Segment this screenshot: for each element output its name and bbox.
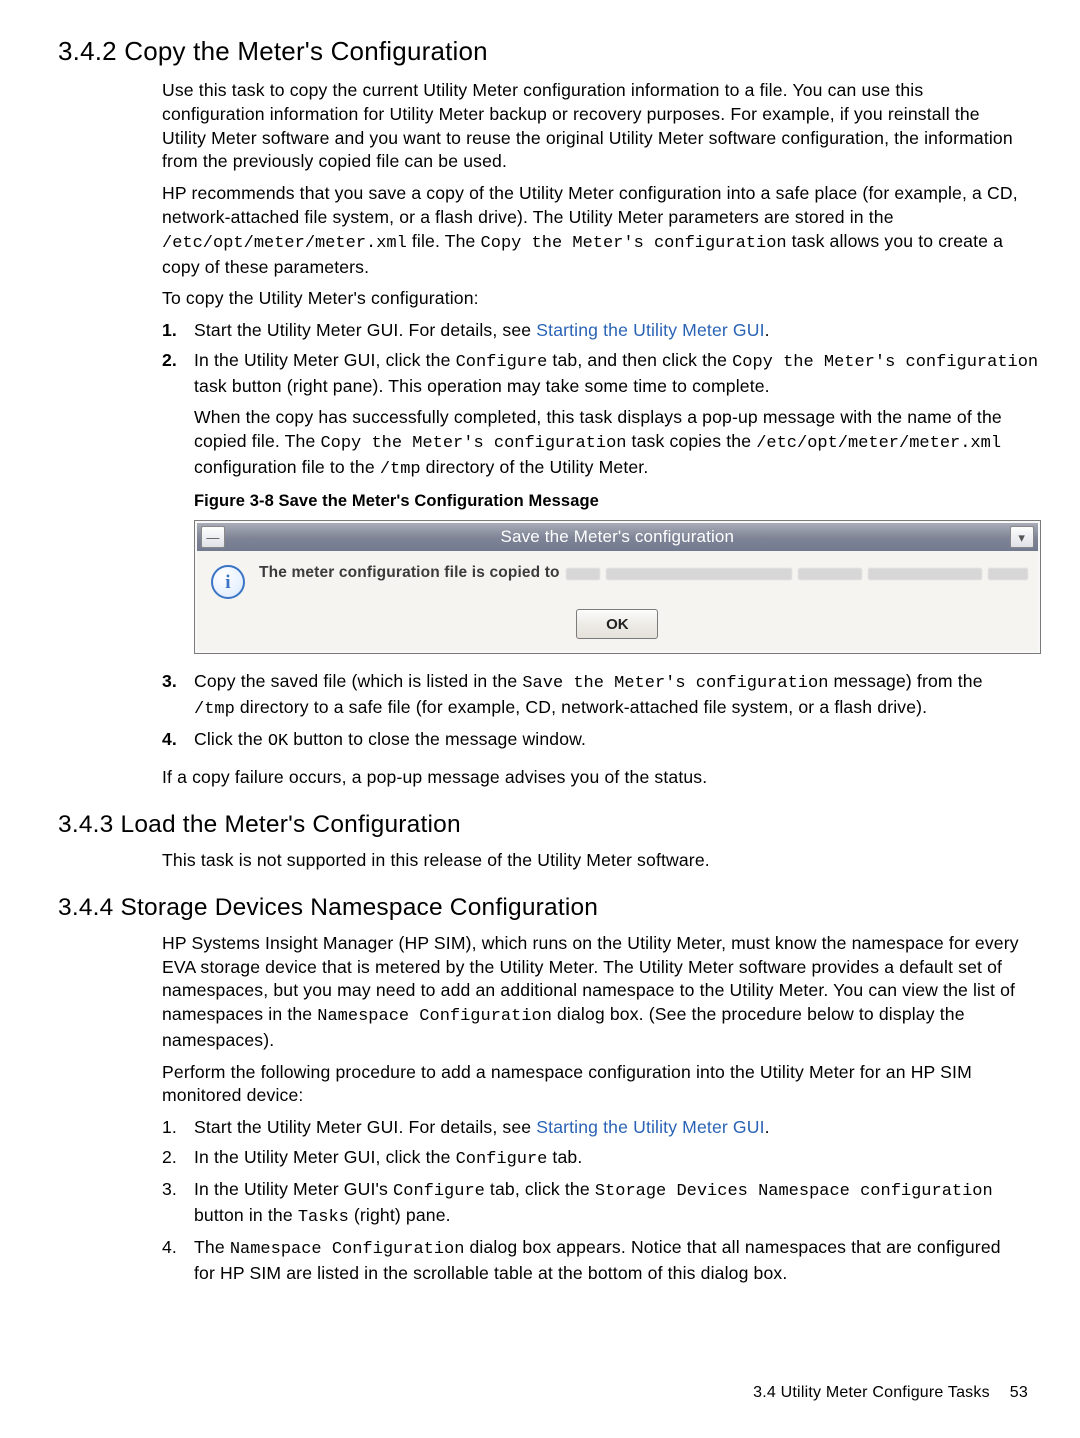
dialog-body: i The meter configuration file is copied… xyxy=(197,551,1038,607)
code: /tmp xyxy=(380,460,421,479)
text: In the Utility Meter GUI, click the xyxy=(194,1147,456,1167)
code: Save the Meter's configuration xyxy=(522,674,828,693)
link-start-gui[interactable]: Starting the Utility Meter GUI xyxy=(536,1117,764,1137)
para: HP recommends that you save a copy of th… xyxy=(162,182,1022,279)
text: Start the Utility Meter GUI. For details… xyxy=(194,1117,536,1137)
text: Click the xyxy=(194,729,268,749)
dialog-message: The meter configuration file is copied t… xyxy=(259,563,1028,584)
dialog-button-row: OK xyxy=(197,607,1038,651)
text: file. The xyxy=(407,231,481,251)
text: In the Utility Meter GUI's xyxy=(194,1179,393,1199)
text: button in the xyxy=(194,1205,298,1225)
text: Start the Utility Meter GUI. For details… xyxy=(194,320,536,340)
text: tab, click the xyxy=(485,1179,595,1199)
page-footer: 3.4 Utility Meter Configure Tasks 53 xyxy=(753,1382,1028,1404)
text: task copies the xyxy=(627,431,757,451)
text: . xyxy=(765,320,770,340)
text: Copy the saved file (which is listed in … xyxy=(194,671,522,691)
item-number: 2. xyxy=(162,1146,194,1176)
item-number: 1. xyxy=(162,319,194,347)
text: HP recommends that you save a copy of th… xyxy=(162,183,1018,227)
text: tab, and then click the xyxy=(547,350,732,370)
redacted xyxy=(606,568,792,580)
figure-caption: Figure 3-8 Save the Meter's Configuratio… xyxy=(194,490,1041,512)
dialog-title: Save the Meter's configuration xyxy=(225,526,1010,549)
text: tab. xyxy=(547,1147,582,1167)
code: Configure xyxy=(456,353,548,372)
para: If a copy failure occurs, a pop-up messa… xyxy=(162,766,1022,790)
text: button to close the message window. xyxy=(288,729,586,749)
list-item: 2. In the Utility Meter GUI, click the C… xyxy=(162,349,1022,669)
code: Configure xyxy=(393,1182,485,1201)
ordered-list: 1. Start the Utility Meter GUI. For deta… xyxy=(162,1116,1022,1289)
code: Namespace Configuration xyxy=(317,1007,552,1026)
text: The xyxy=(194,1237,230,1257)
redacted xyxy=(868,568,982,580)
text: task button (right pane). This operation… xyxy=(194,376,770,396)
code: OK xyxy=(268,732,288,751)
text: (right) pane. xyxy=(349,1205,451,1225)
list-item: 4. The Namespace Configuration dialog bo… xyxy=(162,1236,1022,1290)
redacted xyxy=(988,568,1028,580)
code: Copy the Meter's configuration xyxy=(320,434,626,453)
info-icon: i xyxy=(211,565,245,599)
code-path: /etc/opt/meter/meter.xml xyxy=(162,234,407,253)
text: message) from the xyxy=(828,671,982,691)
dialog-message-label: The meter configuration file is copied t… xyxy=(259,563,560,584)
text: directory to a safe file (for example, C… xyxy=(235,697,927,717)
item-number: 3. xyxy=(162,1178,194,1234)
ordered-list: 1. Start the Utility Meter GUI. For deta… xyxy=(162,319,1022,758)
text: directory of the Utility Meter. xyxy=(421,457,649,477)
code: Storage Devices Namespace configuration xyxy=(595,1182,993,1201)
para: HP Systems Insight Manager (HP SIM), whi… xyxy=(162,932,1022,1053)
code: Configure xyxy=(456,1150,548,1169)
item-number: 3. xyxy=(162,670,194,726)
heading-342: 3.4.2 Copy the Meter's Configuration xyxy=(58,34,1028,69)
para: Use this task to copy the current Utilit… xyxy=(162,79,1022,174)
item-number: 4. xyxy=(162,1236,194,1290)
code: Tasks xyxy=(298,1208,349,1227)
item-number: 4. xyxy=(162,728,194,758)
para: Perform the following procedure to add a… xyxy=(162,1061,1022,1109)
list-item: 3. Copy the saved file (which is listed … xyxy=(162,670,1022,726)
heading-344: 3.4.4 Storage Devices Namespace Configur… xyxy=(58,891,1028,924)
para: To copy the Utility Meter's configuratio… xyxy=(162,287,1022,311)
list-item: 2. In the Utility Meter GUI, click the C… xyxy=(162,1146,1022,1176)
code: /tmp xyxy=(194,700,235,719)
window-min-icon[interactable]: ▾ xyxy=(1010,526,1034,548)
dialog-titlebar: — Save the Meter's configuration ▾ xyxy=(197,523,1038,551)
footer-section: 3.4 Utility Meter Configure Tasks xyxy=(753,1384,990,1401)
item-number: 2. xyxy=(162,349,194,669)
list-item: 4. Click the OK button to close the mess… xyxy=(162,728,1022,758)
list-item: 1. Start the Utility Meter GUI. For deta… xyxy=(162,319,1022,347)
redacted xyxy=(798,568,862,580)
dialog-save-config: — Save the Meter's configuration ▾ i The… xyxy=(194,520,1041,654)
redacted xyxy=(566,568,600,580)
text: In the Utility Meter GUI, click the xyxy=(194,350,456,370)
list-item: 1. Start the Utility Meter GUI. For deta… xyxy=(162,1116,1022,1144)
code: Namespace Configuration xyxy=(230,1240,465,1259)
list-item: 3. In the Utility Meter GUI's Configure … xyxy=(162,1178,1022,1234)
text: . xyxy=(765,1117,770,1137)
code: Copy the Meter's configuration xyxy=(732,353,1038,372)
ok-button[interactable]: OK xyxy=(576,609,658,639)
page-number: 53 xyxy=(1010,1384,1028,1401)
text: configuration file to the xyxy=(194,457,380,477)
link-start-gui[interactable]: Starting the Utility Meter GUI xyxy=(536,320,764,340)
item-number: 1. xyxy=(162,1116,194,1144)
para: This task is not supported in this relea… xyxy=(162,849,1022,873)
code-task: Copy the Meter's configuration xyxy=(481,234,787,253)
code-path: /etc/opt/meter/meter.xml xyxy=(756,434,1001,453)
window-menu-icon[interactable]: — xyxy=(201,526,225,548)
heading-343: 3.4.3 Load the Meter's Configuration xyxy=(58,808,1028,841)
